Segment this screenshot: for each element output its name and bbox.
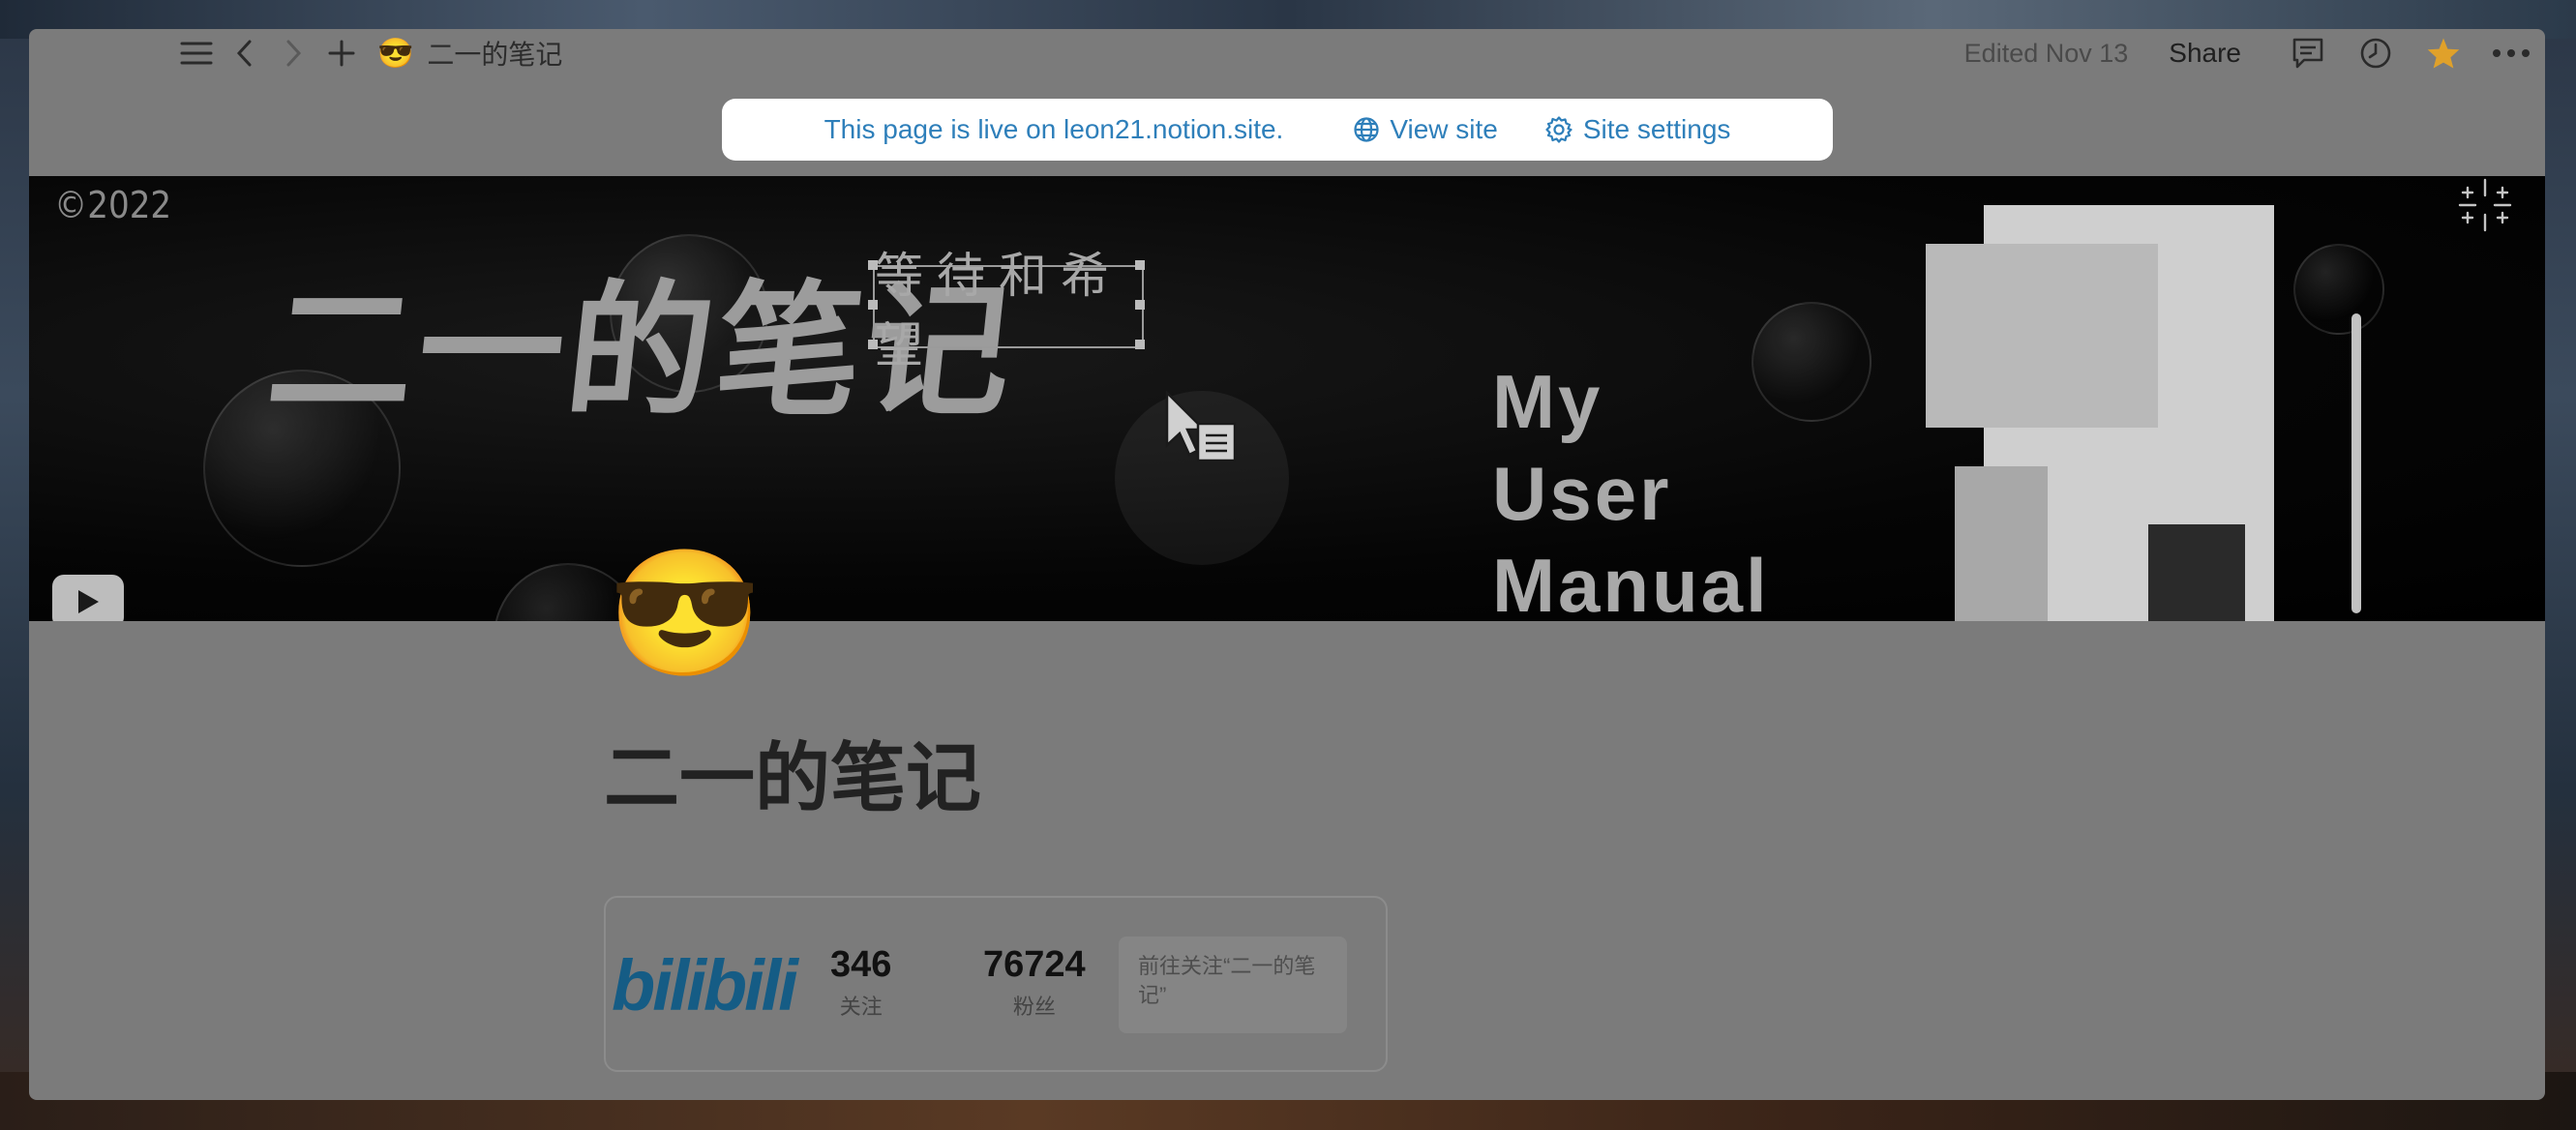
cover-tag: 等待和希望	[873, 249, 1144, 372]
top-bar: 😎 二一的笔记 Edited Nov 13 Share	[29, 29, 2545, 77]
selection-handle[interactable]	[868, 340, 878, 349]
manual-line: User	[1492, 451, 1672, 536]
play-icon[interactable]	[52, 575, 124, 621]
breadcrumb-page-title: 二一的笔记	[427, 40, 563, 70]
menu-icon[interactable]	[172, 29, 221, 77]
site-settings-label: Site settings	[1582, 114, 1731, 144]
bilibili-embed-card[interactable]: bilibili 346 关注 76724 粉丝 前往关注“二一的笔记”	[604, 896, 1388, 1072]
follow-button[interactable]: 前往关注“二一的笔记”	[1119, 937, 1347, 1033]
more-icon[interactable]	[2477, 29, 2545, 77]
followers-label: 粉丝	[1012, 995, 1056, 1019]
top-bar-right: Edited Nov 13 Share	[1964, 29, 2545, 77]
selection-handle[interactable]	[1135, 300, 1145, 310]
cover-manual-text: My User Manual	[1492, 356, 1770, 621]
followers-stat: 76724 粉丝	[983, 944, 1086, 1021]
breadcrumb[interactable]: 😎 二一的笔记	[377, 34, 562, 73]
back-icon[interactable]	[221, 29, 269, 77]
cover-tag-text: 等待和希望	[875, 249, 1123, 372]
notion-window: 😎 二一的笔记 Edited Nov 13 Share ©2022 二一的笔记 …	[29, 29, 2545, 1100]
share-button[interactable]: Share	[2169, 38, 2241, 69]
manual-line: Manual	[1492, 543, 1770, 621]
cover-image[interactable]: ©2022 二一的笔记 等待和希望 My User Manual	[29, 176, 2545, 621]
page-icon[interactable]: 😎	[608, 542, 762, 687]
manual-line: My	[1492, 359, 1603, 444]
forward-icon[interactable]	[269, 29, 317, 77]
favorite-star-icon[interactable]	[2410, 29, 2477, 77]
comments-icon[interactable]	[2274, 29, 2342, 77]
cover-copyright: ©2022	[54, 184, 172, 226]
mouse-cursor-icon	[1163, 389, 1241, 471]
site-live-banner: This page is live on leon21.notion.site.…	[722, 99, 1833, 161]
bilibili-logo: bilibili	[612, 945, 798, 1026]
selection-handle[interactable]	[1135, 340, 1145, 349]
edited-timestamp: Edited Nov 13	[1963, 38, 2129, 68]
top-bar-left: 😎 二一的笔记	[172, 29, 562, 77]
following-label: 关注	[839, 995, 883, 1019]
selection-handle[interactable]	[868, 300, 878, 310]
cover-stationery	[1926, 205, 2313, 621]
globe-icon	[1354, 117, 1379, 142]
selection-handle[interactable]	[868, 260, 878, 270]
site-live-message: This page is live on leon21.notion.site.	[824, 114, 1284, 144]
add-icon[interactable]	[317, 29, 366, 77]
history-icon[interactable]	[2342, 29, 2410, 77]
paper-envelope	[1955, 466, 2048, 621]
paper-block	[2148, 524, 2245, 621]
following-stat: 346 关注	[830, 944, 891, 1021]
site-settings-link[interactable]: Site settings	[1544, 114, 1731, 145]
followers-count: 76724	[983, 944, 1086, 985]
page-title[interactable]: 二一的笔记	[604, 718, 981, 826]
selection-handle[interactable]	[1135, 260, 1145, 270]
sparkle-icon	[2456, 176, 2514, 247]
gear-icon	[1545, 116, 1573, 143]
pen-graphic	[2351, 313, 2361, 613]
page-emoji-small: 😎	[377, 37, 414, 70]
view-site-link[interactable]: View site	[1353, 114, 1498, 145]
view-site-label: View site	[1390, 114, 1498, 144]
following-count: 346	[830, 944, 892, 985]
paper-folder	[1926, 244, 2158, 428]
